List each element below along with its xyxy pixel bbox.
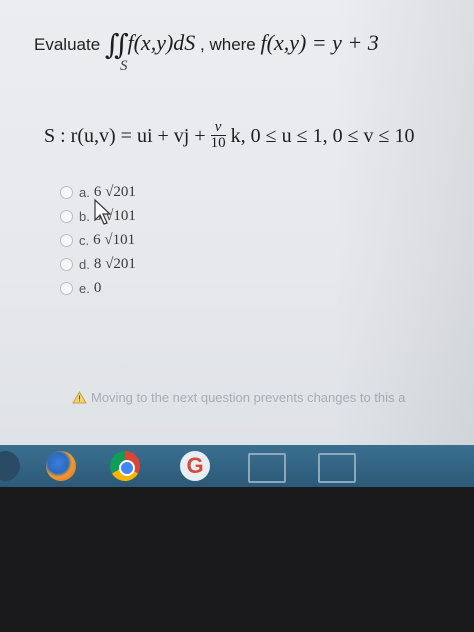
radio-button[interactable] — [60, 281, 73, 295]
double-integral-symbol: ∬ — [104, 28, 129, 61]
choice-letter: b. — [79, 208, 90, 224]
choice-letter: e. — [79, 280, 90, 296]
mouse-cursor-icon — [94, 198, 112, 225]
question-prefix: Evaluate — [34, 35, 101, 54]
integrand: f(x,y)dS — [127, 30, 196, 55]
function-definition: f(x,y) = y + 3 — [260, 30, 379, 55]
chrome-icon[interactable] — [110, 451, 140, 481]
window-icon[interactable] — [318, 453, 356, 483]
radio-button[interactable] — [60, 233, 73, 247]
surface-prefix: S : r(u,v) = ui + vj + — [44, 125, 206, 148]
choice-c[interactable]: c. 6 √101 — [60, 228, 136, 252]
choice-e[interactable]: e. 0 — [60, 276, 136, 300]
window-icon[interactable] — [248, 453, 286, 483]
question-connector: , where — [200, 35, 256, 54]
choice-value: 6 √101 — [93, 231, 136, 248]
surface-definition: S : r(u,v) = ui + vj + v 10 k, 0 ≤ u ≤ 1… — [44, 120, 415, 153]
monitor-bezel — [0, 487, 474, 632]
windows-start-icon[interactable] — [0, 451, 20, 481]
warning-text: Moving to the next question prevents cha… — [91, 390, 406, 405]
fraction-denominator: 10 — [210, 135, 226, 151]
radio-button[interactable] — [60, 257, 73, 271]
firefox-icon[interactable] — [46, 451, 76, 481]
choice-letter: a. — [79, 184, 90, 200]
integration-region-label: S — [120, 58, 128, 74]
fraction: v 10 — [210, 120, 226, 151]
fraction-numerator: v — [210, 120, 226, 136]
radio-button[interactable] — [60, 185, 73, 199]
surface-suffix: k, 0 ≤ u ≤ 1, 0 ≤ v ≤ 10 — [230, 125, 415, 148]
taskbar: G — [0, 445, 474, 487]
navigation-warning: Moving to the next question prevents cha… — [72, 390, 405, 405]
google-icon[interactable]: G — [180, 451, 210, 481]
choice-letter: d. — [79, 256, 90, 272]
warning-triangle-icon — [72, 391, 87, 404]
quiz-page: Evaluate ∬ f(x,y)dS , where f(x,y) = y +… — [0, 0, 474, 445]
screen-glare — [334, 0, 474, 445]
choice-value: 8 √201 — [93, 255, 136, 272]
choice-value: 0 — [93, 279, 102, 296]
choice-letter: c. — [79, 232, 90, 248]
choice-d[interactable]: d. 8 √201 — [60, 252, 136, 276]
question-text: Evaluate ∬ f(x,y)dS , where f(x,y) = y +… — [34, 24, 379, 61]
radio-button[interactable] — [60, 209, 73, 223]
